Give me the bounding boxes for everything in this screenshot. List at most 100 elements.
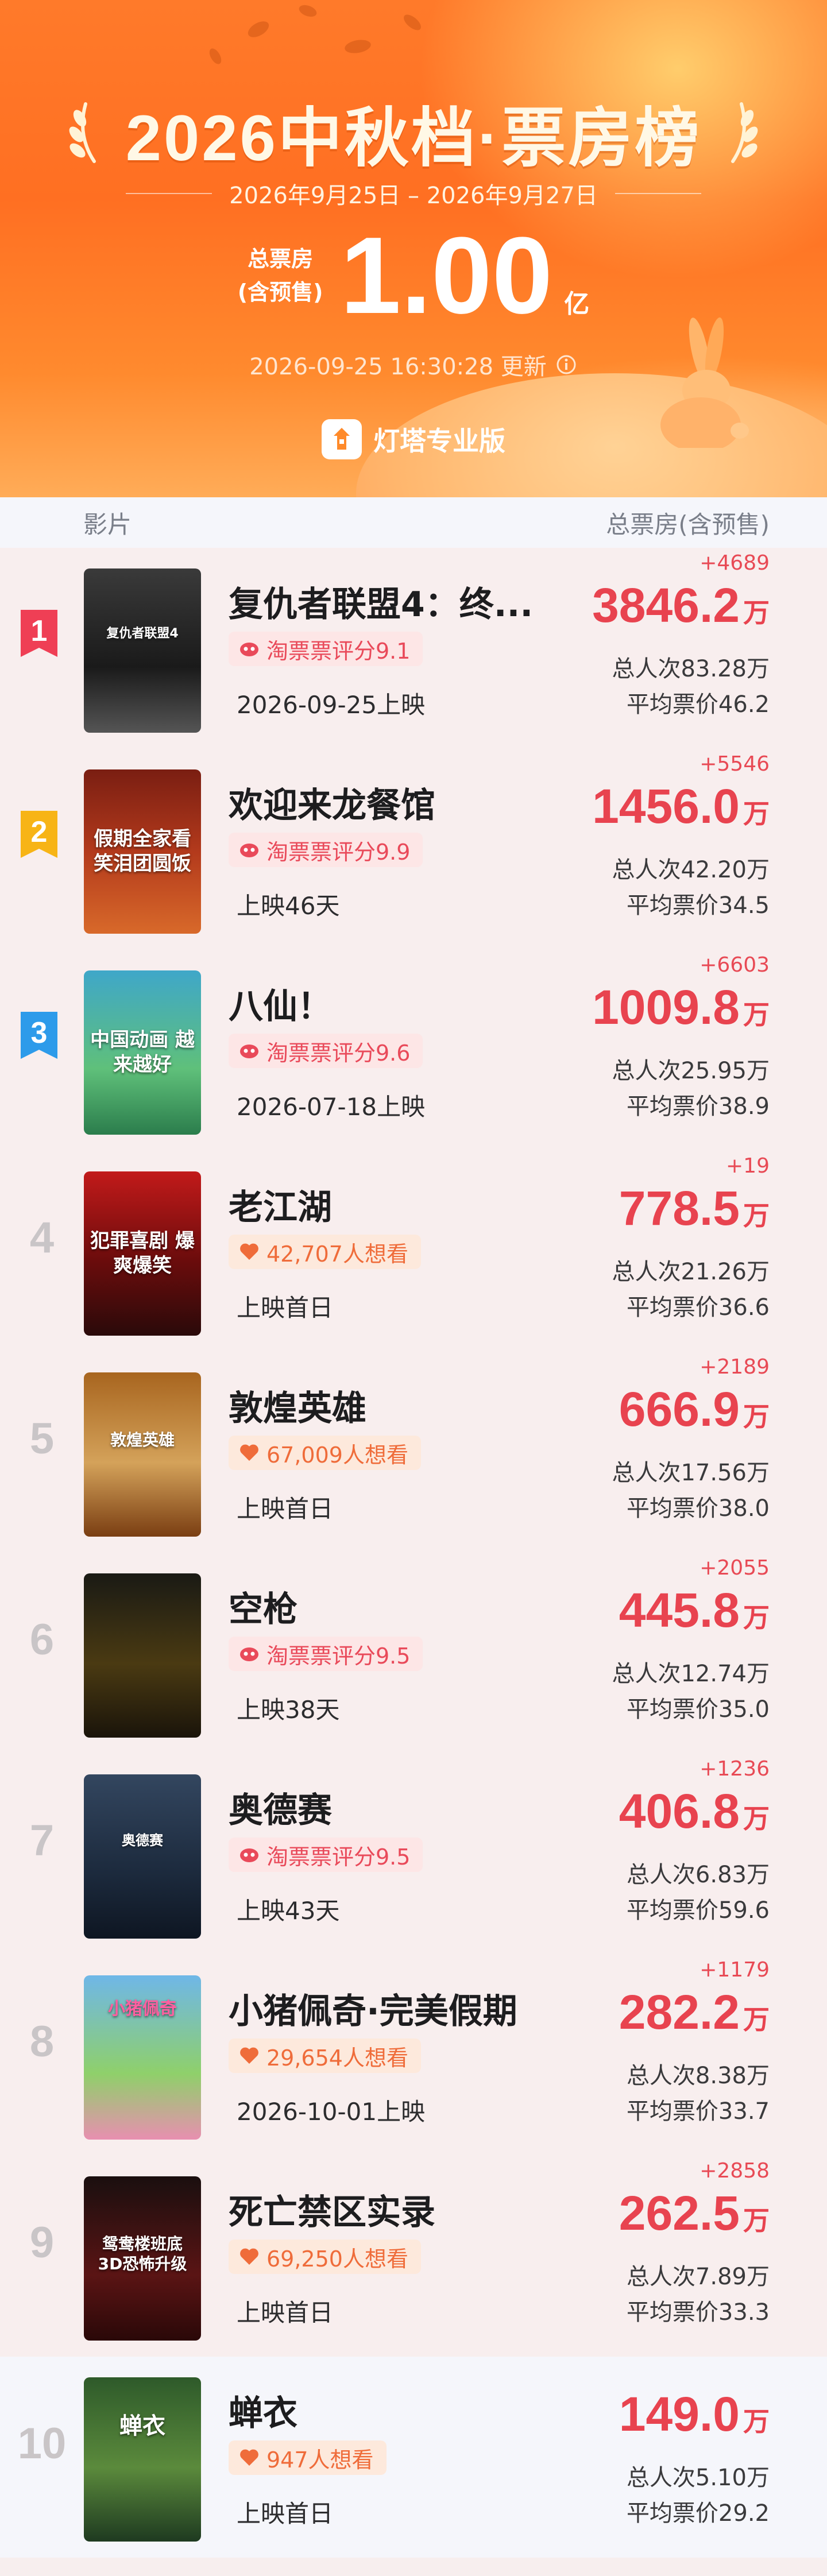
rank-number: 5 [29,1414,55,1463]
movie-row[interactable]: 10 蝉衣 蝉衣 947人想看 上映首日 149.0 万总人次5.10万 平均票价29.2 [0,2357,827,2558]
movie-row[interactable]: 8 小猪佩奇 小猪佩奇·完美假期 29,654人想看 2026-10-01上映 +1179… [0,1955,827,2156]
release-info: 上映首日 [237,1495,334,1523]
movie-title[interactable]: 小猪佩奇·完美假期 [229,1983,562,2033]
poster-caption: 小猪佩奇 [108,1999,177,2019]
movie-title[interactable]: 奥德赛 [229,1782,562,1832]
release-info: 上映首日 [237,2500,334,2528]
want-to-see-badge: 42,707人想看 [229,1235,421,1269]
info-icon[interactable] [555,353,578,376]
movie-title[interactable]: 敦煌英雄 [229,1380,562,1430]
badge-text: 淘票票评分9.5 [266,1643,411,1669]
total-attendance: 总人次12.74万 [612,1661,770,1687]
poster-caption: 犯罪喜剧 爆爽爆笑 [90,1229,195,1277]
movie-title[interactable]: 老江湖 [229,1179,562,1229]
total-attendance: 总人次6.83万 [626,1862,770,1888]
movie-poster[interactable] [84,1573,201,1738]
average-ticket-price: 平均票价38.0 [626,1495,770,1522]
movie-row[interactable]: 6 空枪 淘票票评分9.5 上映38天 +2055 445.8 万总人次12.74万 平均票价… [0,1553,827,1754]
want-to-see-badge: 67,009人想看 [229,1436,421,1470]
badge-text: 29,654人想看 [266,2045,408,2071]
gross-unit: 万 [743,597,770,628]
total-attendance: 总人次17.56万 [612,1460,770,1486]
taopiaopiao-logo-icon [240,844,258,857]
movie-title[interactable]: 空枪 [229,1581,562,1631]
total-attendance: 总人次21.26万 [612,1259,770,1285]
movie-row[interactable]: 2 假期全家看 笑泪团圆饭 欢迎来龙餐馆 淘票票评分9.9 上映46天 +5546 1456… [0,749,827,950]
rank-number: 9 [29,2218,55,2267]
average-ticket-price: 平均票价35.0 [626,1696,770,1723]
gross-value: 262.5 [619,2186,740,2240]
rank-badge: 2 [21,811,57,858]
average-ticket-price: 平均票价36.6 [626,1294,770,1321]
header-banner: 2026中秋档·票房榜 2026年9月25日 – 2026年9月27日 总票房 … [0,0,827,497]
rank-number: 7 [29,1816,55,1865]
release-info: 上映首日 [237,1294,334,1322]
rating-badge: 淘票票评分9.6 [229,1034,423,1068]
movie-row[interactable]: 7 奥德赛 奥德赛 淘票票评分9.5 上映43天 +1236 406.8 万总人次6.83万平… [0,1754,827,1955]
release-info: 2026-10-01上映 [237,2098,426,2126]
wheat-right-icon [731,102,758,163]
movie-poster[interactable]: 奥德赛 [84,1774,201,1939]
gross-value: 666.9 [619,1382,740,1436]
poster-caption: 中国动画 越来越好 [90,1028,195,1076]
box-office-gross: 282.2 万 [619,1985,770,2040]
movie-row[interactable]: 5 敦煌英雄 敦煌英雄 67,009人想看 上映首日 +2189 666.9 万总人次17.5… [0,1352,827,1553]
rating-badge: 淘票票评分9.5 [229,1637,423,1671]
column-header-movie: 影片 [83,510,132,539]
movie-row[interactable]: 3 中国动画 越来越好 八仙！ 淘票票评分9.6 2026-07-18上映 +6603 10… [0,950,827,1151]
movie-title[interactable]: 死亡禁区实录 [229,2184,562,2234]
movie-row[interactable]: 4 犯罪喜剧 爆爽爆笑 老江湖 42,707人想看 上映首日 +19 778.5 万总人次21… [0,1151,827,1352]
total-attendance: 总人次8.38万 [626,2063,770,2089]
movie-poster[interactable]: 小猪佩奇 [84,1975,201,2140]
average-ticket-price: 平均票价29.2 [626,2500,770,2527]
movie-title[interactable]: 蝉衣 [229,2385,562,2435]
gross-value: 282.2 [619,1985,740,2039]
rank-badge: 3 [21,1012,57,1059]
gross-change: +1179 [700,1958,770,1982]
movie-title[interactable]: 欢迎来龙餐馆 [229,778,562,827]
movie-title[interactable]: 复仇者联盟4：终... [229,577,562,626]
release-info: 2026-09-25上映 [237,691,426,719]
total-attendance: 总人次25.95万 [612,1058,770,1084]
movie-row[interactable]: 1 复仇者联盟4 复仇者联盟4：终... 淘票票评分9.1 2026-09-25上映 +4… [0,548,827,749]
poster-caption: 蝉衣 [119,2413,165,2439]
movie-row[interactable]: 9 鸳鸯楼班底 3D恐怖升级 死亡禁区实录 69,250人想看 上映首日 +2858 262… [0,2156,827,2357]
wheat-left-icon [69,102,96,163]
movie-poster[interactable]: 犯罪喜剧 爆爽爆笑 [84,1171,201,1336]
divider-right [615,193,701,194]
total-attendance: 总人次5.10万 [626,2465,770,2491]
poster-caption: 复仇者联盟4 [106,626,179,641]
taopiaopiao-logo-icon [240,1045,258,1058]
movie-poster[interactable]: 鸳鸯楼班底 3D恐怖升级 [84,2176,201,2341]
badge-text: 69,250人想看 [266,2246,408,2272]
gross-change: +6603 [700,953,770,977]
brand-name: 灯塔专业版 [373,426,505,457]
movie-title[interactable]: 八仙！ [229,978,562,1028]
movie-poster[interactable]: 假期全家看 笑泪团圆饭 [84,769,201,934]
rank-badge: 1 [21,610,57,657]
movie-poster[interactable]: 蝉衣 [84,2377,201,2542]
taopiaopiao-logo-icon [240,1647,258,1661]
rank-number: 8 [29,2017,55,2066]
movie-poster[interactable]: 复仇者联盟4 [84,568,201,733]
total-box-office-value: 1.00 [340,215,553,336]
average-ticket-price: 平均票价46.2 [626,691,770,718]
gross-change: +2189 [700,1355,770,1379]
release-info: 上映46天 [237,892,340,920]
average-ticket-price: 平均票价33.7 [626,2098,770,2125]
heart-icon [240,1243,258,1260]
gross-value: 149.0 [619,2387,740,2441]
heart-icon [240,2047,258,2064]
want-to-see-badge: 29,654人想看 [229,2039,421,2073]
movie-poster[interactable]: 中国动画 越来越好 [84,970,201,1135]
box-office-gross: 262.5 万 [619,2186,770,2241]
gross-change: +2055 [700,1556,770,1580]
total-attendance: 总人次42.20万 [612,857,770,883]
gross-change: +19 [726,1154,770,1178]
heart-icon [240,2248,258,2265]
gross-change: +5546 [700,752,770,776]
average-ticket-price: 平均票价38.9 [626,1093,770,1120]
movie-poster[interactable]: 敦煌英雄 [84,1372,201,1537]
badge-text: 淘票票评分9.6 [266,1040,411,1066]
release-info: 上映38天 [237,1696,340,1724]
